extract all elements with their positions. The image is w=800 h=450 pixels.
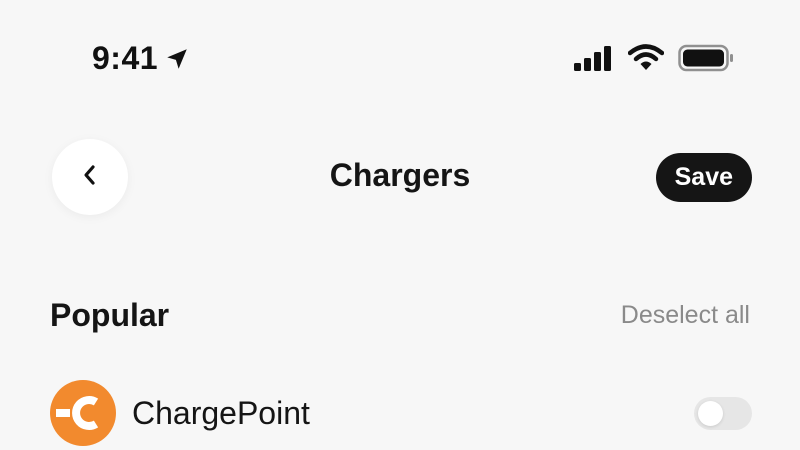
section-title: Popular (50, 297, 170, 333)
charger-toggle[interactable] (694, 396, 752, 430)
chargers-screen: 9:41 Chargers Save Popular Deselect all … (0, 0, 800, 450)
toggle-knob (698, 400, 723, 426)
charger-row-chargepoint[interactable]: ChargePoint (50, 380, 752, 446)
battery-icon (678, 44, 734, 72)
status-time: 9:41 (92, 40, 190, 77)
wifi-icon (628, 44, 664, 72)
chargepoint-logo-icon (50, 380, 116, 446)
save-button[interactable]: Save (655, 153, 752, 202)
status-time-text: 9:41 (92, 40, 159, 76)
cellular-signal-icon (574, 45, 614, 71)
location-arrow-icon (164, 46, 190, 72)
deselect-all-button[interactable]: Deselect all (621, 301, 750, 330)
charger-name: ChargePoint (132, 394, 310, 431)
status-icons (574, 44, 734, 72)
